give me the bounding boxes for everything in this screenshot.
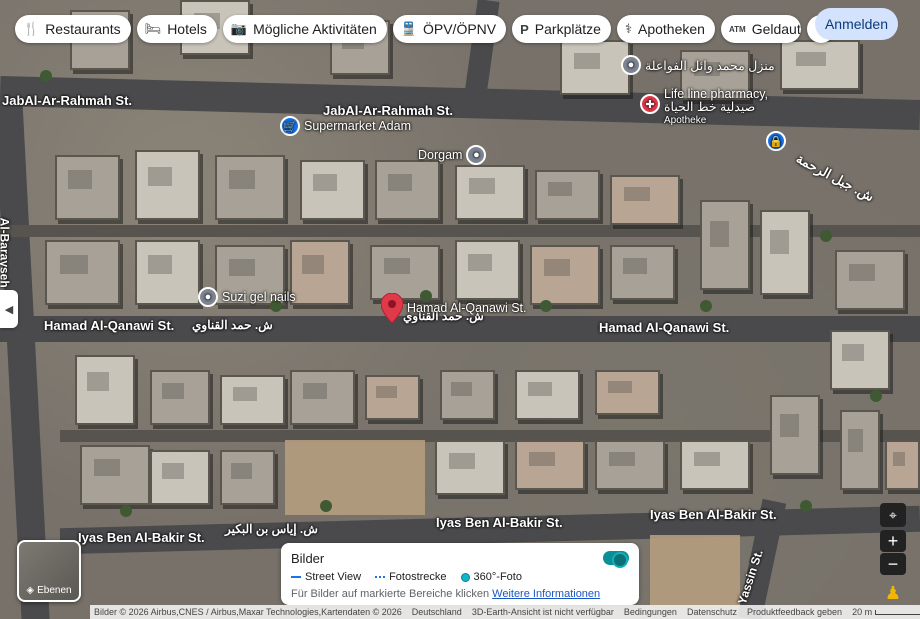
legend-photo-path: Fotostrecke: [375, 571, 447, 583]
imagery-panel: Bilder Street View Fotostrecke 360°-Foto…: [281, 543, 639, 605]
zoom-out-button[interactable]: −: [880, 553, 906, 575]
chip-label: Mögliche Aktivitäten: [253, 21, 377, 37]
zoom-in-button[interactable]: +: [880, 530, 906, 552]
place-label: Supermarket Adam: [304, 119, 411, 133]
street-label-iyas-arabic: ش. إياس بن البكير: [225, 522, 318, 536]
location-pin-icon: ●: [621, 55, 641, 75]
layers-label: Ebenen: [37, 585, 72, 596]
panel-note-text: Für Bilder auf markierte Bereiche klicke…: [291, 588, 490, 600]
place-hamad-al-qanawi-marker[interactable]: Hamad Al-Qanawi St.: [381, 293, 527, 323]
pharmacy-pin-icon: ✚: [640, 94, 660, 114]
place-mohammad-house[interactable]: ● منزل محمد وائل الفواعلة: [621, 55, 775, 75]
place-supermarket-adam[interactable]: 🛒 Supermarket Adam: [280, 116, 411, 136]
place-dorgam[interactable]: Dorgam ●: [418, 145, 487, 165]
hotel-icon: 🛏: [144, 21, 162, 36]
layers-button[interactable]: ◈ Ebenen: [17, 540, 81, 602]
chip-label: Parkplätze: [534, 21, 601, 37]
plus-icon: +: [887, 530, 899, 551]
shopping-cart-icon: 🛒: [280, 116, 300, 136]
panel-title: Bilder: [291, 551, 325, 566]
more-info-link[interactable]: Weitere Informationen: [492, 588, 600, 600]
chip-label: Restaurants: [45, 21, 121, 37]
imagery-legend: Street View Fotostrecke 360°-Foto: [291, 571, 629, 583]
place-label: Dorgam: [418, 148, 463, 162]
chip-atm[interactable]: ATM Geldauto: [720, 15, 801, 43]
street-label-iyas-center: Iyas Ben Al-Bakir St.: [436, 515, 563, 530]
location-pin-icon: ●: [466, 145, 487, 165]
chip-hotels[interactable]: 🛏 Hotels: [136, 15, 217, 43]
scale-ruler: [875, 609, 920, 615]
privacy-link[interactable]: Datenschutz: [687, 607, 737, 617]
atm-pin-icon: 🔒: [766, 131, 786, 151]
legend-street-view: Street View: [291, 571, 361, 583]
layers-icon: ◈: [26, 585, 35, 596]
legend-label: Fotostrecke: [389, 571, 447, 583]
minus-icon: −: [887, 553, 899, 574]
street-label-jabal-top: JabAl-Ar-Rahmah St.: [2, 93, 133, 108]
legend-label: Street View: [305, 571, 362, 583]
chevron-left-icon: ◀: [4, 303, 14, 316]
street-label-hamad-left: Hamad Al-Qanawi St.: [44, 318, 175, 333]
atm-icon: ATM: [728, 24, 746, 34]
street-label-iyas-right: Iyas Ben Al-Bakir St.: [650, 507, 777, 522]
scale-label: 20 m: [852, 607, 873, 617]
terms-link[interactable]: Bedingungen: [624, 607, 677, 617]
earth-view-text: 3D-Earth-Ansicht ist nicht verfügbar: [471, 607, 614, 617]
crosshair-icon: ⌖: [889, 506, 897, 523]
line-icon: [291, 576, 301, 578]
dot-icon: [460, 572, 470, 582]
chip-activities[interactable]: 📷 Mögliche Aktivitäten: [222, 15, 387, 43]
place-label: Hamad Al-Qanawi St.: [407, 301, 527, 315]
pegman-icon[interactable]: ♟: [883, 583, 903, 605]
restaurant-icon: 🍴: [23, 21, 40, 36]
legend-360-photo: 360°-Foto: [460, 571, 522, 583]
chip-label: ÖPV/ÖPNV: [422, 21, 497, 37]
place-label: منزل محمد وائل الفواعلة: [645, 58, 775, 73]
chip-pharmacies[interactable]: ⚕ Apotheken: [616, 15, 715, 43]
scale-bar[interactable]: 20 m: [852, 607, 920, 617]
signin-button[interactable]: Anmelden: [814, 8, 898, 40]
map-footer: Bilder © 2026 Airbus,CNES / Airbus,Maxar…: [90, 605, 920, 619]
attribution-text: Bilder © 2026 Airbus,CNES / Airbus,Maxar…: [94, 607, 402, 617]
feedback-link[interactable]: Produktfeedback geben: [747, 607, 842, 617]
place-suzi-gel-nails[interactable]: ● Suzi gel nails: [198, 287, 296, 307]
street-label-hamad-right: Hamad Al-Qanawi St.: [599, 320, 730, 335]
chip-label: Apotheken: [638, 21, 705, 37]
place-type: Apotheke: [664, 115, 707, 126]
collapse-panel-button[interactable]: ◀: [0, 290, 18, 328]
place-label-arabic: صيدلية خط الحياة: [664, 100, 756, 114]
dotted-line-icon: [375, 576, 386, 578]
camera-icon: 📷: [230, 21, 248, 36]
parking-icon: P: [520, 21, 529, 37]
category-chips-bar: 🍴 Restaurants 🛏 Hotels 📷 Mögliche Aktivi…: [15, 15, 835, 43]
location-pin-icon: ●: [198, 287, 218, 307]
transit-icon: 🚆: [400, 21, 417, 36]
my-location-button[interactable]: ⌖: [880, 503, 906, 527]
chip-restaurants[interactable]: 🍴 Restaurants: [15, 15, 131, 43]
street-label-hamad-arabic-left: ش. حمد القناوي: [192, 318, 273, 332]
place-atm[interactable]: 🔒: [766, 131, 786, 151]
chip-parking[interactable]: P Parkplätze: [512, 15, 611, 43]
pharmacy-icon: ⚕: [624, 21, 632, 36]
place-label: Suzi gel nails: [222, 290, 296, 304]
chip-label: Geldauto: [751, 21, 801, 37]
red-location-marker-icon: [381, 293, 403, 323]
chip-transit[interactable]: 🚆 ÖPV/ÖPNV: [392, 15, 507, 43]
street-label-iyas-left: Iyas Ben Al-Bakir St.: [78, 530, 205, 545]
country-link[interactable]: Deutschland: [412, 607, 462, 617]
imagery-toggle[interactable]: [603, 551, 629, 568]
place-life-line-pharmacy[interactable]: ✚ Life line pharmacy, صيدلية خط الحياة A…: [640, 88, 768, 127]
legend-label: 360°-Foto: [473, 571, 522, 583]
panel-note: Für Bilder auf markierte Bereiche klicke…: [291, 588, 629, 600]
chip-label: Hotels: [167, 21, 207, 37]
